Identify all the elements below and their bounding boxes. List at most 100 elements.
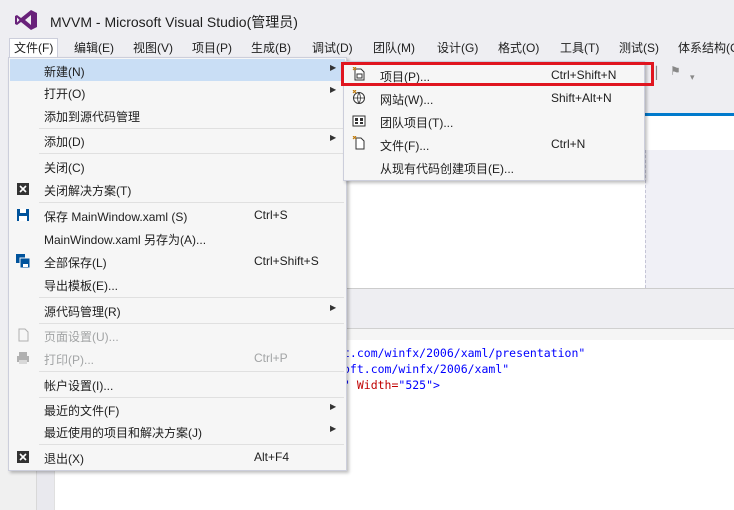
new-submenu-project-from-existing-code[interactable]: 从现有代码创建项目(E)... [345, 155, 643, 178]
file-menu-open[interactable]: 打开(O) ▶ [10, 81, 345, 103]
website-icon [352, 90, 365, 104]
code-line-3: " Width="525"> [343, 378, 440, 392]
submenu-arrow-icon: ▶ [330, 402, 337, 411]
menu-item-label: 最近使用的项目和解决方案(J) [44, 426, 202, 440]
menu-item-label: 添加(D) [44, 135, 85, 149]
annotation-highlight-box [341, 62, 654, 86]
code-line-1: t.com/winfx/2006/xaml/presentation" [343, 346, 586, 360]
menu-project[interactable]: 项目(P) [188, 38, 236, 58]
file-menu-export-template[interactable]: 导出模板(E)... [10, 273, 345, 295]
menu-item-label: MainWindow.xaml 另存为(A)... [44, 233, 207, 247]
close-solution-icon [17, 183, 29, 195]
file-menu-print: 打印(P)... Ctrl+P [10, 347, 345, 369]
new-submenu-file[interactable]: 文件(F)... Ctrl+N [345, 132, 643, 155]
code-token-end: > [433, 378, 440, 392]
save-icon [17, 209, 29, 221]
menu-item-shortcut: Ctrl+Shift+S [254, 254, 319, 268]
exit-icon [17, 451, 29, 463]
submenu-arrow-icon: ▶ [330, 424, 337, 433]
menu-item-label: 退出(X) [44, 452, 84, 466]
menu-item-label: 关闭(C) [44, 161, 85, 175]
menu-item-shortcut: Ctrl+N [551, 137, 586, 151]
menu-separator [39, 371, 344, 372]
submenu-arrow-icon: ▶ [330, 303, 337, 312]
menu-format[interactable]: 格式(O) [494, 38, 543, 58]
tab-divider [345, 328, 734, 340]
submenu-arrow-icon: ▶ [330, 63, 337, 72]
bookmark-icon[interactable]: ⚑ [670, 64, 681, 78]
menu-test[interactable]: 测试(S) [615, 38, 663, 58]
window-title: MVVM - Microsoft Visual Studio(管理员) [50, 14, 298, 30]
menu-item-label: 导出模板(E)... [44, 279, 118, 293]
menu-build[interactable]: 生成(B) [247, 38, 295, 58]
team-project-icon [352, 115, 366, 127]
toolbar: ▏ ⚑ ▾ [640, 60, 734, 112]
file-menu-add-to-source-control[interactable]: 添加到源代码管理 [10, 104, 345, 126]
toolbar-overflow-icon[interactable]: ▾ [690, 72, 695, 83]
file-menu-close-solution[interactable]: 关闭解决方案(T) [10, 178, 345, 200]
code-token-value: "525" [398, 378, 434, 392]
file-menu-close[interactable]: 关闭(C) [10, 155, 345, 177]
menu-item-label: 打印(P)... [44, 353, 94, 367]
menu-item-label: 添加到源代码管理 [44, 110, 141, 124]
menu-item-label: 全部保存(L) [44, 256, 107, 270]
file-menu-add[interactable]: 添加(D) ▶ [10, 129, 345, 151]
file-menu-exit[interactable]: 退出(X) Alt+F4 [10, 446, 345, 468]
file-menu-new[interactable]: 新建(N) ▶ [10, 59, 345, 81]
code-token-attr: Width= [356, 378, 399, 392]
file-menu-dropdown: 新建(N) ▶ 打开(O) ▶ 添加到源代码管理 添加(D) ▶ 关闭(C) 关… [8, 57, 347, 471]
menu-item-label: 文件(F)... [380, 139, 430, 153]
menu-separator [39, 153, 344, 154]
file-menu-account-settings[interactable]: 帐户设置(I)... [10, 373, 345, 395]
menu-item-label: 最近的文件(F) [44, 404, 120, 418]
menu-view[interactable]: 视图(V) [129, 38, 177, 58]
file-menu-save-all[interactable]: 全部保存(L) Ctrl+Shift+S [10, 250, 345, 272]
save-all-icon [16, 254, 30, 268]
toolbar-separator-icon: ▏ [656, 66, 666, 80]
menu-item-label: 源代码管理(R) [44, 305, 121, 319]
menu-separator [39, 202, 344, 203]
menu-item-label: 从现有代码创建项目(E)... [380, 162, 514, 176]
menu-edit[interactable]: 编辑(E) [70, 38, 118, 58]
file-menu-recent-projects[interactable]: 最近使用的项目和解决方案(J) ▶ [10, 420, 345, 442]
file-menu-save-as[interactable]: MainWindow.xaml 另存为(A)... [10, 227, 345, 249]
view-tab-strip [345, 298, 734, 328]
menu-file[interactable]: 文件(F) [9, 38, 59, 58]
menu-separator [39, 444, 344, 445]
menu-architecture[interactable]: 体系结构(C [674, 38, 734, 58]
print-icon [17, 352, 29, 364]
menu-item-shortcut: Shift+Alt+N [551, 91, 612, 105]
menu-team[interactable]: 团队(M) [369, 38, 419, 58]
menu-tools[interactable]: 工具(T) [556, 38, 603, 58]
code-line-2: oft.com/winfx/2006/xaml" [343, 362, 510, 376]
menu-item-label: 网站(W)... [380, 93, 434, 107]
menu-bar: 文件(F) 编辑(E) 视图(V) 项目(P) 生成(B) 调试(D) 团队(M… [0, 38, 734, 58]
menu-item-label: 团队项目(T)... [380, 116, 454, 130]
menu-separator [39, 297, 344, 298]
menu-item-label: 关闭解决方案(T) [44, 184, 132, 198]
file-menu-save[interactable]: 保存 MainWindow.xaml (S) Ctrl+S [10, 204, 345, 226]
menu-item-label: 新建(N) [44, 65, 85, 79]
menu-item-shortcut: Alt+F4 [254, 450, 290, 464]
menu-item-label: 保存 MainWindow.xaml (S) [44, 210, 188, 224]
menu-debug[interactable]: 调试(D) [308, 38, 357, 58]
visual-studio-logo-icon [15, 10, 37, 30]
menu-item-label: 页面设置(U)... [44, 330, 119, 344]
menu-item-label: 打开(O) [44, 87, 86, 101]
file-menu-page-setup: 页面设置(U)... [10, 324, 345, 346]
menu-item-shortcut: Ctrl+S [254, 208, 288, 222]
submenu-arrow-icon: ▶ [330, 133, 337, 142]
new-submenu-website[interactable]: 网站(W)... Shift+Alt+N [345, 86, 643, 109]
new-file-icon [352, 136, 365, 150]
splitter[interactable] [345, 288, 734, 298]
menu-item-label: 帐户设置(I)... [44, 379, 114, 393]
submenu-arrow-icon: ▶ [330, 85, 337, 94]
file-menu-source-control[interactable]: 源代码管理(R) ▶ [10, 299, 345, 321]
title-bar: MVVM - Microsoft Visual Studio(管理员) [0, 0, 734, 38]
menu-item-shortcut: Ctrl+P [254, 351, 288, 365]
menu-design[interactable]: 设计(G) [433, 38, 482, 58]
new-submenu-team-project[interactable]: 团队项目(T)... [345, 109, 643, 132]
file-menu-recent-files[interactable]: 最近的文件(F) ▶ [10, 398, 345, 420]
design-window-preview [645, 150, 734, 288]
page-setup-icon [18, 328, 29, 342]
